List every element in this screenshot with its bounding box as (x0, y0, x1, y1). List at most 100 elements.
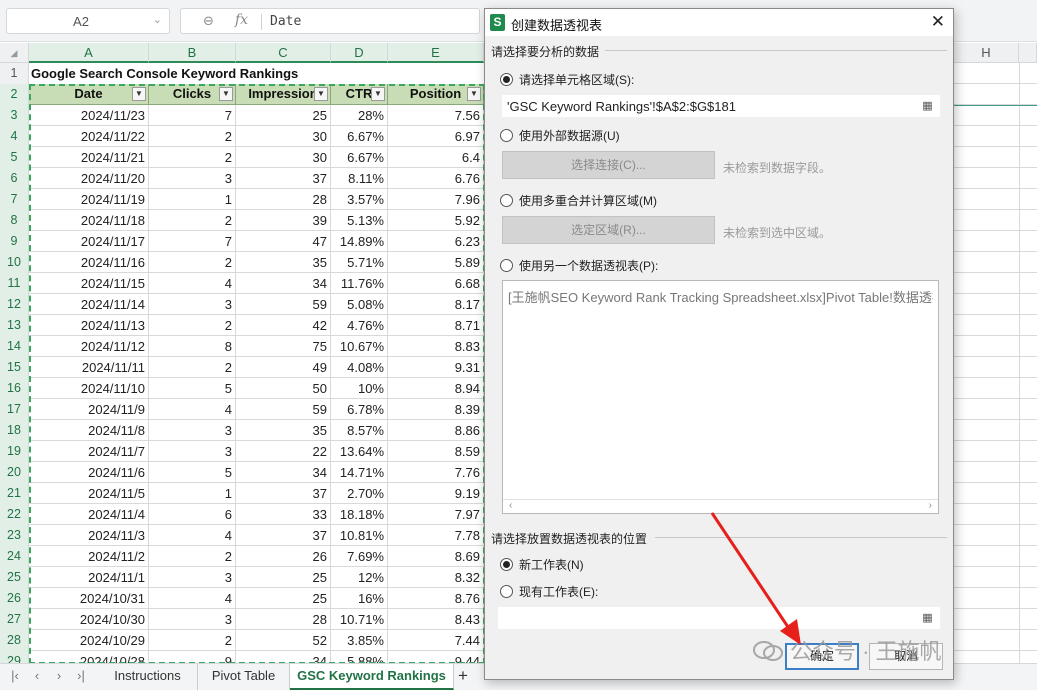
table-cell[interactable]: 2024/11/22 (29, 126, 149, 147)
table-cell[interactable]: 8.76 (388, 588, 484, 609)
table-cell[interactable]: 2024/11/4 (29, 504, 149, 525)
formula-input[interactable]: ⊖ fx Date (180, 8, 480, 34)
row-header[interactable]: 9 (0, 231, 29, 252)
table-cell[interactable]: 7.97 (388, 504, 484, 525)
radio-existing-sheet[interactable]: 现有工作表(E): (500, 583, 598, 600)
table-cell[interactable]: 2024/11/6 (29, 462, 149, 483)
table-cell[interactable]: 8.69 (388, 546, 484, 567)
table-cell[interactable]: 25 (236, 105, 331, 126)
table-cell[interactable]: 4 (149, 273, 236, 294)
table-cell[interactable]: 8.57% (331, 420, 388, 441)
table-cell[interactable]: 35 (236, 420, 331, 441)
row-header[interactable]: 21 (0, 483, 29, 504)
row-header[interactable]: 25 (0, 567, 29, 588)
table-cell[interactable]: 34 (236, 462, 331, 483)
table-cell[interactable]: 2024/11/7 (29, 441, 149, 462)
row-header[interactable]: 11 (0, 273, 29, 294)
table-cell[interactable]: 5.71% (331, 252, 388, 273)
header-cell[interactable]: CTR ▼ (331, 84, 388, 105)
table-cell[interactable]: 14.71% (331, 462, 388, 483)
table-cell[interactable]: 59 (236, 294, 331, 315)
table-cell[interactable]: 2 (149, 252, 236, 273)
scroll-left-icon[interactable]: ‹ (509, 500, 512, 511)
range-picker-icon[interactable]: ▦ (920, 611, 935, 625)
row-header[interactable]: 2 (0, 84, 29, 105)
filter-dropdown-icon[interactable]: ▼ (371, 87, 385, 101)
close-icon[interactable]: ✕ (931, 12, 945, 32)
radio-new-sheet[interactable]: 新工作表(N) (500, 556, 584, 573)
sheet-title-cell[interactable]: Google Search Console Keyword Rankings (31, 66, 298, 81)
row-header[interactable]: 23 (0, 525, 29, 546)
filter-dropdown-icon[interactable]: ▼ (467, 87, 481, 101)
add-sheet-icon[interactable]: + (458, 666, 468, 686)
table-cell[interactable]: 42 (236, 315, 331, 336)
table-cell[interactable]: 18.18% (331, 504, 388, 525)
row-header[interactable]: 10 (0, 252, 29, 273)
table-cell[interactable]: 8.39 (388, 399, 484, 420)
header-cell[interactable]: Date ▼ (29, 84, 149, 105)
row-header[interactable]: 7 (0, 189, 29, 210)
table-cell[interactable]: 2 (149, 546, 236, 567)
table-cell[interactable]: 3.85% (331, 630, 388, 651)
filter-dropdown-icon[interactable]: ▼ (219, 87, 233, 101)
table-cell[interactable]: 2 (149, 315, 236, 336)
table-cell[interactable]: 14.89% (331, 231, 388, 252)
table-cell[interactable]: 28 (236, 189, 331, 210)
table-cell[interactable]: 8 (149, 336, 236, 357)
table-cell[interactable]: 25 (236, 588, 331, 609)
header-cell[interactable]: Position ▼ (388, 84, 484, 105)
horizontal-scrollbar[interactable]: ‹ › (503, 499, 938, 513)
row-header[interactable]: 4 (0, 126, 29, 147)
table-cell[interactable]: 2024/11/20 (29, 168, 149, 189)
table-cell[interactable]: 6 (149, 504, 236, 525)
table-cell[interactable]: 2 (149, 126, 236, 147)
radio-button-checked[interactable] (500, 73, 513, 86)
table-cell[interactable]: 4 (149, 588, 236, 609)
table-cell[interactable]: 12% (331, 567, 388, 588)
column-header[interactable]: B (149, 43, 236, 63)
table-cell[interactable]: 4.76% (331, 315, 388, 336)
row-header[interactable]: 19 (0, 441, 29, 462)
range-input[interactable]: 'GSC Keyword Rankings'!$A$2:$G$181 ▦ (502, 95, 940, 117)
table-cell[interactable]: 7.56 (388, 105, 484, 126)
column-header[interactable]: C (236, 43, 331, 63)
radio-external-source[interactable]: 使用外部数据源(U) (500, 127, 620, 144)
table-cell[interactable]: 8.32 (388, 567, 484, 588)
table-cell[interactable]: 2024/11/5 (29, 483, 149, 504)
next-sheet-icon[interactable]: › (50, 668, 68, 683)
table-cell[interactable]: 30 (236, 147, 331, 168)
table-cell[interactable]: 7.78 (388, 525, 484, 546)
table-cell[interactable]: 2024/11/12 (29, 336, 149, 357)
table-cell[interactable]: 1 (149, 189, 236, 210)
formula-value[interactable]: Date (270, 14, 301, 29)
table-cell[interactable]: 2024/11/11 (29, 357, 149, 378)
table-cell[interactable]: 3 (149, 609, 236, 630)
name-box[interactable]: A2 ⌄ (6, 8, 170, 34)
row-header[interactable]: 17 (0, 399, 29, 420)
table-cell[interactable]: 37 (236, 525, 331, 546)
table-cell[interactable]: 2024/11/1 (29, 567, 149, 588)
table-cell[interactable]: 49 (236, 357, 331, 378)
table-cell[interactable]: 2024/11/19 (29, 189, 149, 210)
table-cell[interactable]: 11.76% (331, 273, 388, 294)
range-picker-icon[interactable]: ▦ (920, 99, 935, 113)
table-cell[interactable]: 10.81% (331, 525, 388, 546)
table-cell[interactable]: 37 (236, 168, 331, 189)
header-cell[interactable]: Impression ▼ (236, 84, 331, 105)
table-cell[interactable]: 6.78% (331, 399, 388, 420)
table-cell[interactable]: 5.13% (331, 210, 388, 231)
column-header[interactable]: A (29, 43, 149, 63)
radio-select-range[interactable]: 请选择单元格区域(S): (500, 71, 634, 88)
table-cell[interactable]: 5.92 (388, 210, 484, 231)
zoom-icon[interactable]: ⊖ (203, 13, 214, 29)
table-cell[interactable]: 2024/11/15 (29, 273, 149, 294)
table-cell[interactable]: 8.59 (388, 441, 484, 462)
sheet-tab-pivot-table[interactable]: Pivot Table (198, 664, 290, 690)
column-header[interactable] (1019, 43, 1037, 63)
table-cell[interactable]: 6.76 (388, 168, 484, 189)
table-cell[interactable]: 30 (236, 126, 331, 147)
table-cell[interactable]: 75 (236, 336, 331, 357)
table-cell[interactable]: 9.19 (388, 483, 484, 504)
table-cell[interactable]: 2024/10/31 (29, 588, 149, 609)
prev-sheet-icon[interactable]: ‹ (28, 668, 46, 683)
